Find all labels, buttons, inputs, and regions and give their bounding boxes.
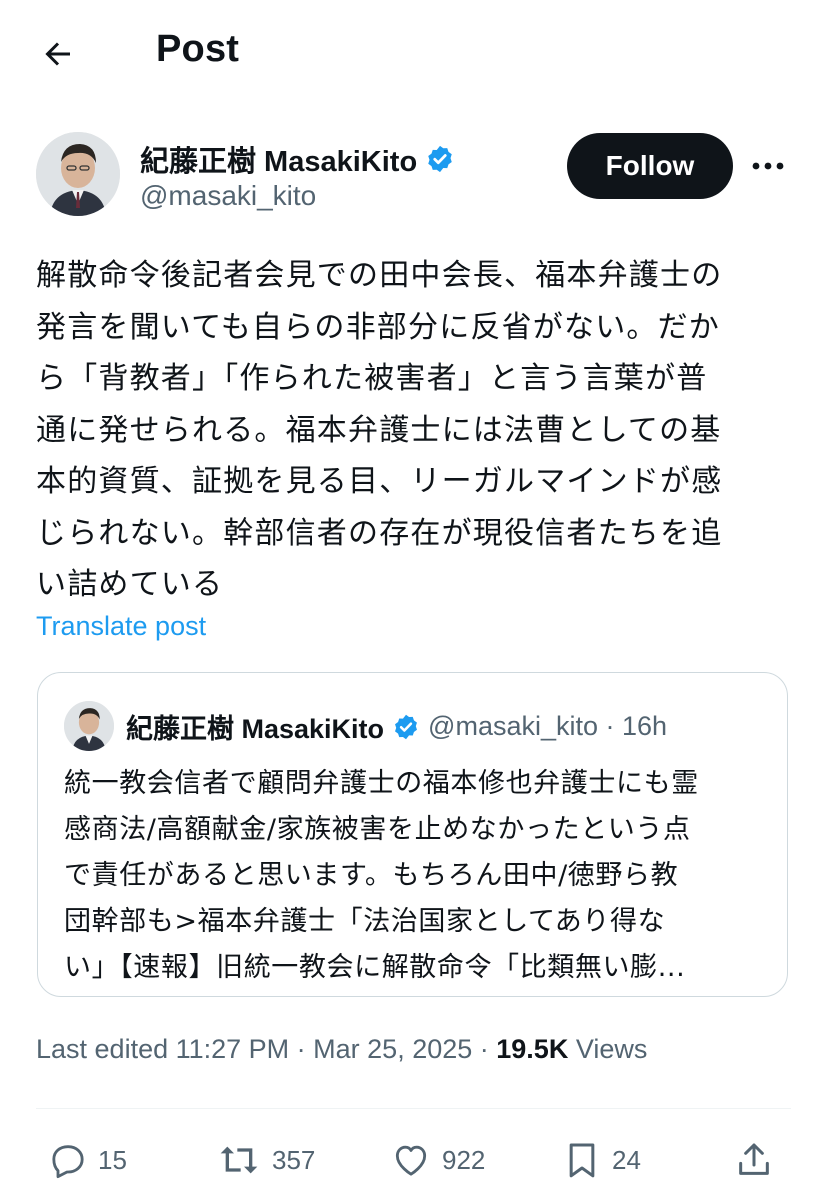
action-bar: 15 357 922 24 — [0, 1130, 827, 1190]
post-author: 紀藤正樹 MasakiKito @masaki_kito Follow — [36, 132, 796, 222]
like-count: 922 — [442, 1144, 486, 1175]
more-button[interactable] — [748, 150, 788, 182]
share-icon — [739, 1143, 769, 1175]
back-button[interactable] — [38, 34, 78, 74]
repost-count: 357 — [272, 1144, 316, 1175]
bookmark-count: 24 — [612, 1144, 641, 1175]
views-label: Views — [568, 1034, 648, 1064]
verified-badge-icon — [395, 714, 418, 739]
views-count: 19.5K — [496, 1034, 569, 1064]
quoted-post[interactable]: 紀藤正樹 MasakiKito @masaki_kito · 16h 統一教会信… — [37, 672, 788, 997]
reply-icon — [52, 1145, 84, 1179]
author-name[interactable]: 紀藤正樹 MasakiKito — [140, 138, 455, 180]
quote-author-name: 紀藤正樹 MasakiKito — [126, 714, 385, 744]
share-button[interactable] — [734, 1130, 774, 1190]
quote-avatar — [64, 701, 114, 751]
quote-text: 統一教会信者で顧問弁護士の福本修也弁護士にも霊 感商法/高額献金/家族被害を止め… — [64, 768, 699, 983]
top-bar: Post — [0, 0, 827, 106]
more-icon — [752, 162, 784, 170]
author-handle[interactable]: @masaki_kito — [140, 180, 316, 212]
edited-timestamp[interactable]: Last edited 11:27 PM · Mar 25, 2025 · — [36, 1034, 496, 1064]
divider — [36, 1108, 791, 1109]
verified-badge-icon — [428, 145, 452, 173]
bookmark-button[interactable]: 24 — [562, 1130, 641, 1190]
author-name-text: 紀藤正樹 MasakiKito — [140, 146, 418, 178]
reply-button[interactable]: 15 — [48, 1130, 127, 1190]
like-icon — [395, 1145, 427, 1176]
like-button[interactable]: 922 — [390, 1130, 485, 1190]
repost-button[interactable]: 357 — [216, 1130, 315, 1190]
page-title: Post — [156, 28, 240, 70]
post-meta: Last edited 11:27 PM · Mar 25, 2025 · 19… — [36, 1034, 647, 1065]
translate-post-link[interactable]: Translate post — [36, 611, 206, 642]
quote-author-handle: @masaki_kito · 16h — [428, 711, 668, 741]
avatar[interactable] — [36, 132, 120, 216]
reply-count: 15 — [98, 1144, 127, 1175]
follow-button[interactable]: Follow — [567, 133, 733, 199]
back-arrow-icon — [45, 42, 70, 66]
post-text: 解散命令後記者会見での田中会長、福本弁護士の 発言を聞いても自らの非部分に反省が… — [36, 258, 723, 602]
bookmark-icon — [569, 1143, 595, 1178]
repost-icon — [220, 1146, 258, 1174]
quote-header: 紀藤正樹 MasakiKito @masaki_kito · 16h — [126, 707, 667, 746]
